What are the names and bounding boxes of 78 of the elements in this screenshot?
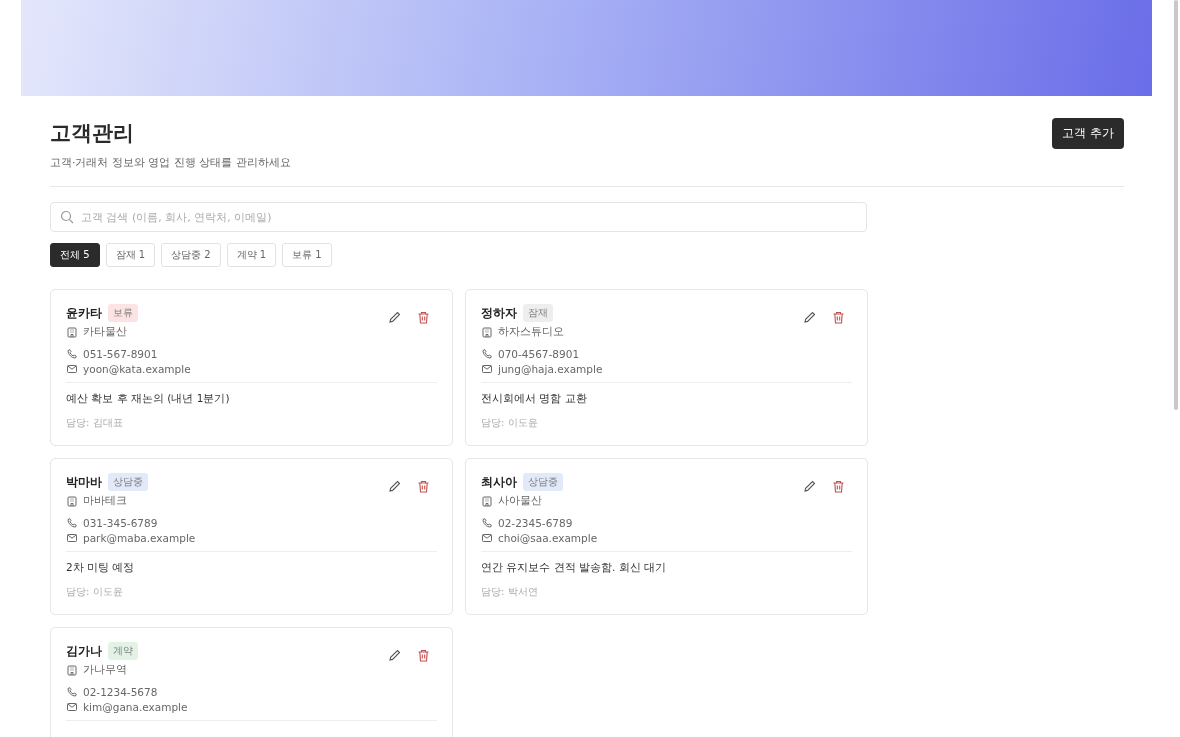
email-address: jung@haja.example (498, 363, 603, 375)
pencil-icon (387, 479, 402, 494)
add-customer-button[interactable]: 고객 추가 (1052, 118, 1124, 149)
phone-icon (481, 517, 493, 529)
mail-icon (66, 532, 78, 544)
phone-number: 02-1234-5678 (83, 686, 158, 698)
manager-label: 담당: 이도윤 (481, 416, 539, 430)
trash-icon (416, 310, 431, 325)
customer-name: 김가나 (66, 642, 102, 660)
phone-icon (66, 686, 78, 698)
status-tag: 계약 (108, 642, 138, 660)
customer-note: 2차 미팅 예정 (66, 561, 136, 575)
mail-icon (481, 532, 493, 544)
status-tag: 상담중 (108, 473, 148, 491)
delete-button[interactable] (831, 310, 846, 325)
company-name: 사아물산 (498, 494, 542, 508)
mail-icon (481, 363, 493, 375)
delete-button[interactable] (416, 310, 431, 325)
customer-note: 전시회에서 명함 교환 (481, 392, 588, 406)
filter-tab[interactable]: 상담중 2 (161, 243, 221, 267)
customer-note: 예산 확보 후 재논의 (내년 1분기) (66, 392, 231, 406)
email-address: yoon@kata.example (83, 363, 191, 375)
manager-label: 담당: 이도윤 (66, 585, 124, 599)
pencil-icon (387, 310, 402, 325)
email-address: choi@saa.example (498, 532, 598, 544)
building-icon (481, 326, 493, 338)
customer-name: 박마바 (66, 473, 102, 491)
phone-number: 02-2345-6789 (498, 517, 573, 529)
delete-button[interactable] (416, 479, 431, 494)
phone-icon (481, 348, 493, 360)
manager-label: 담당: 박서연 (481, 585, 539, 599)
delete-button[interactable] (831, 479, 846, 494)
customer-name: 정하자 (481, 304, 517, 322)
mail-icon (66, 363, 78, 375)
company-name: 가나무역 (83, 663, 127, 677)
edit-button[interactable] (387, 310, 402, 325)
pencil-icon (802, 479, 817, 494)
email-address: kim@gana.example (83, 701, 188, 713)
customer-name: 최사아 (481, 473, 517, 491)
page-subtitle: 고객·거래처 정보와 영업 진행 상태를 관리하세요 (50, 155, 291, 170)
email-address: park@maba.example (83, 532, 196, 544)
filter-tab[interactable]: 보류 1 (282, 243, 332, 267)
manager-label: 담당: 김대표 (66, 416, 124, 430)
edit-button[interactable] (387, 648, 402, 663)
status-tag: 보류 (108, 304, 138, 322)
search-field[interactable]: 고객 검색 (이름, 회사, 연락처, 이메일) (50, 202, 867, 232)
status-tag: 잠재 (523, 304, 553, 322)
customer-name: 윤카타 (66, 304, 102, 322)
company-name: 하자스튜디오 (498, 325, 564, 339)
company-name: 마바테크 (83, 494, 127, 508)
company-name: 카타물산 (83, 325, 127, 339)
building-icon (66, 664, 78, 676)
filter-tab[interactable]: 잠재 1 (105, 243, 156, 267)
filter-tab[interactable]: 전체 5 (50, 243, 100, 267)
customer-note: 연간 유지보수 견적 발송함. 회신 대기 (481, 561, 668, 575)
status-tag: 상담중 (523, 473, 563, 491)
delete-button[interactable] (416, 648, 431, 663)
edit-button[interactable] (802, 310, 817, 325)
mail-icon (66, 701, 78, 713)
pencil-icon (387, 648, 402, 663)
filter-tab[interactable]: 계약 1 (226, 243, 277, 267)
pencil-icon (802, 310, 817, 325)
edit-button[interactable] (387, 479, 402, 494)
trash-icon (831, 310, 846, 325)
phone-icon (66, 517, 78, 529)
phone-number: 051-567-8901 (83, 348, 158, 360)
trash-icon (831, 479, 846, 494)
edit-button[interactable] (802, 479, 817, 494)
phone-number: 070-4567-8901 (498, 348, 580, 360)
trash-icon (416, 648, 431, 663)
scrollbar[interactable] (1174, 0, 1178, 410)
phone-number: 031-345-6789 (83, 517, 158, 529)
building-icon (66, 326, 78, 338)
page-title: 고객관리 (50, 120, 135, 147)
phone-icon (66, 348, 78, 360)
building-icon (481, 495, 493, 507)
building-icon (66, 495, 78, 507)
trash-icon (416, 479, 431, 494)
